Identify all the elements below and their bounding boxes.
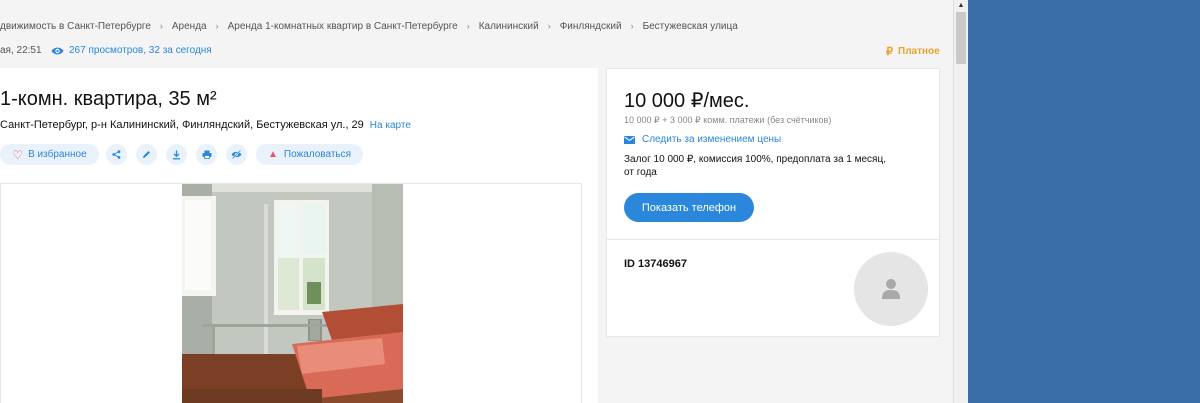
- edit-button[interactable]: [136, 144, 157, 165]
- paid-label: Платное: [898, 46, 940, 57]
- chevron-right-icon: ›: [630, 21, 634, 31]
- track-price-label: Следить за изменением цены: [642, 134, 782, 145]
- scrollbar-thumb[interactable]: [956, 12, 966, 64]
- download-button[interactable]: [166, 144, 187, 165]
- warning-icon: ▲: [267, 149, 278, 160]
- report-label: Пожаловаться: [283, 149, 352, 160]
- photo-gallery[interactable]: [0, 183, 582, 403]
- map-link[interactable]: На карте: [370, 120, 411, 131]
- track-price-link[interactable]: Следить за изменением цены: [624, 134, 781, 145]
- download-icon: [173, 150, 180, 159]
- pencil-icon: [143, 151, 150, 158]
- paid-badge: ₽ Платное: [886, 45, 940, 58]
- eye-off-icon: [231, 150, 242, 159]
- avatar[interactable]: [854, 252, 928, 326]
- page-title: 1-комн. квартира, 35 м²: [0, 88, 217, 110]
- share-icon: [112, 150, 121, 159]
- chevron-right-icon: ›: [547, 21, 551, 31]
- page: движимость в Санкт-Петербурге › Аренда ›…: [0, 0, 953, 403]
- breadcrumb-item-rent-1room[interactable]: Аренда 1-комнатных квартир в Санкт-Петер…: [228, 21, 458, 32]
- scrollbar[interactable]: ▲: [953, 0, 968, 403]
- heart-icon: ♡: [12, 147, 24, 162]
- eye-icon: [51, 46, 64, 56]
- rental-terms: Залог 10 000 ₽, комиссия 100%, предоплат…: [624, 153, 914, 179]
- views-count: 267 просмотров, 32 за сегодня: [69, 45, 212, 56]
- add-to-favorites-button[interactable]: ♡ В избранное: [0, 144, 99, 165]
- breadcrumb-item-subdistrict[interactable]: Финляндский: [560, 21, 622, 32]
- breadcrumb-item-street[interactable]: Бестужевская улица: [643, 21, 738, 32]
- breadcrumb-item-realty[interactable]: движимость в Санкт-Петербурге: [0, 21, 151, 32]
- apartment-photo[interactable]: [182, 184, 403, 403]
- printer-icon: [202, 150, 211, 159]
- action-row: ♡ В избранное ▲ Пожаловаться: [0, 144, 363, 165]
- rental-terms-line-1: Залог 10 000 ₽, комиссия 100%, предоплат…: [624, 154, 886, 165]
- chevron-right-icon: ›: [215, 21, 219, 31]
- price-card: 10 000 ₽/мес. 10 000 ₽ + 3 000 ₽ комм. п…: [606, 68, 940, 240]
- show-phone-button[interactable]: Показать телефон: [624, 193, 754, 222]
- chevron-right-icon: ›: [159, 21, 163, 31]
- share-button[interactable]: [106, 144, 127, 165]
- print-button[interactable]: [196, 144, 217, 165]
- scroll-up-arrow-icon[interactable]: ▲: [954, 0, 968, 10]
- agent-card: ID 13746967: [606, 240, 940, 337]
- favorites-label: В избранное: [28, 149, 87, 160]
- rental-terms-line-2: от года: [624, 167, 657, 178]
- address-text: Санкт-Петербург, р-н Калининский, Финлян…: [0, 119, 364, 131]
- publish-date: ая, 22:51: [0, 45, 42, 56]
- breadcrumb-item-district[interactable]: Калининский: [479, 21, 539, 32]
- breadcrumb-item-rent[interactable]: Аренда: [172, 21, 207, 32]
- listing-id: ID 13746967: [624, 258, 687, 270]
- ruble-icon: ₽: [886, 46, 893, 58]
- breadcrumb: движимость в Санкт-Петербурге › Аренда ›…: [0, 19, 738, 33]
- meta-row: ая, 22:51 267 просмотров, 32 за сегодня …: [0, 45, 953, 59]
- envelope-icon: [624, 135, 635, 144]
- chevron-right-icon: ›: [466, 21, 470, 31]
- user-icon: [882, 279, 900, 299]
- address: Санкт-Петербург, р-н Калининский, Финлян…: [0, 119, 411, 131]
- price-details: 10 000 ₽ + 3 000 ₽ комм. платежи (без сч…: [624, 115, 832, 125]
- views-link[interactable]: 267 просмотров, 32 за сегодня: [51, 45, 212, 56]
- hide-listing-button[interactable]: [226, 144, 247, 165]
- report-button[interactable]: ▲ Пожаловаться: [256, 144, 363, 165]
- price: 10 000 ₽/мес.: [624, 90, 750, 112]
